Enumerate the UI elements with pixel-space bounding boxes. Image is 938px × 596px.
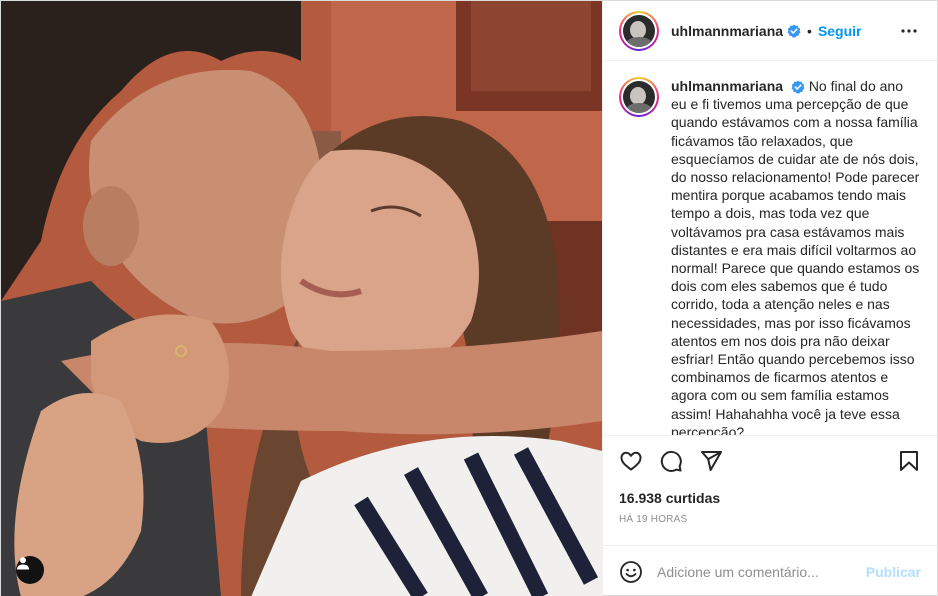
verified-badge-icon xyxy=(791,80,805,94)
user-tag-icon xyxy=(17,557,29,570)
verified-badge-icon xyxy=(787,24,801,38)
post-actions xyxy=(603,435,937,485)
post-timestamp[interactable]: HÁ 19 HORAS xyxy=(603,509,937,531)
emoji-icon[interactable] xyxy=(619,560,643,584)
publish-button[interactable]: Publicar xyxy=(866,564,921,580)
comment-input[interactable] xyxy=(657,563,858,580)
post-photo[interactable] xyxy=(1,1,602,596)
post-header: uhlmannmariana • Seguir xyxy=(603,1,937,61)
follow-button[interactable]: Seguir xyxy=(818,23,862,39)
share-icon[interactable] xyxy=(699,449,723,473)
instagram-post: uhlmannmariana • Seguir uhlmannmariana N… xyxy=(0,0,938,596)
header-separator: • xyxy=(807,22,812,39)
post-side-panel: uhlmannmariana • Seguir uhlmannmariana N… xyxy=(602,1,937,596)
comment-icon[interactable] xyxy=(659,449,683,473)
heart-icon[interactable] xyxy=(619,449,643,473)
author-username[interactable]: uhlmannmariana xyxy=(671,23,783,39)
post-caption: uhlmannmariana No final do ano eu e fi t… xyxy=(671,77,921,435)
caption-area: uhlmannmariana No final do ano eu e fi t… xyxy=(603,61,937,435)
user-tag-button[interactable] xyxy=(16,556,44,584)
add-comment-bar: Publicar xyxy=(603,545,937,596)
caption-username[interactable]: uhlmannmariana xyxy=(671,78,783,94)
author-avatar[interactable] xyxy=(619,10,659,51)
more-options-icon[interactable] xyxy=(897,19,921,43)
bookmark-icon[interactable] xyxy=(897,449,921,473)
caption-text: No final do ano eu e fi tivemos uma perc… xyxy=(671,78,920,435)
likes-count[interactable]: 16.938 curtidas xyxy=(603,487,937,509)
caption-author-avatar[interactable] xyxy=(619,77,659,117)
photo-illustration xyxy=(1,1,602,596)
